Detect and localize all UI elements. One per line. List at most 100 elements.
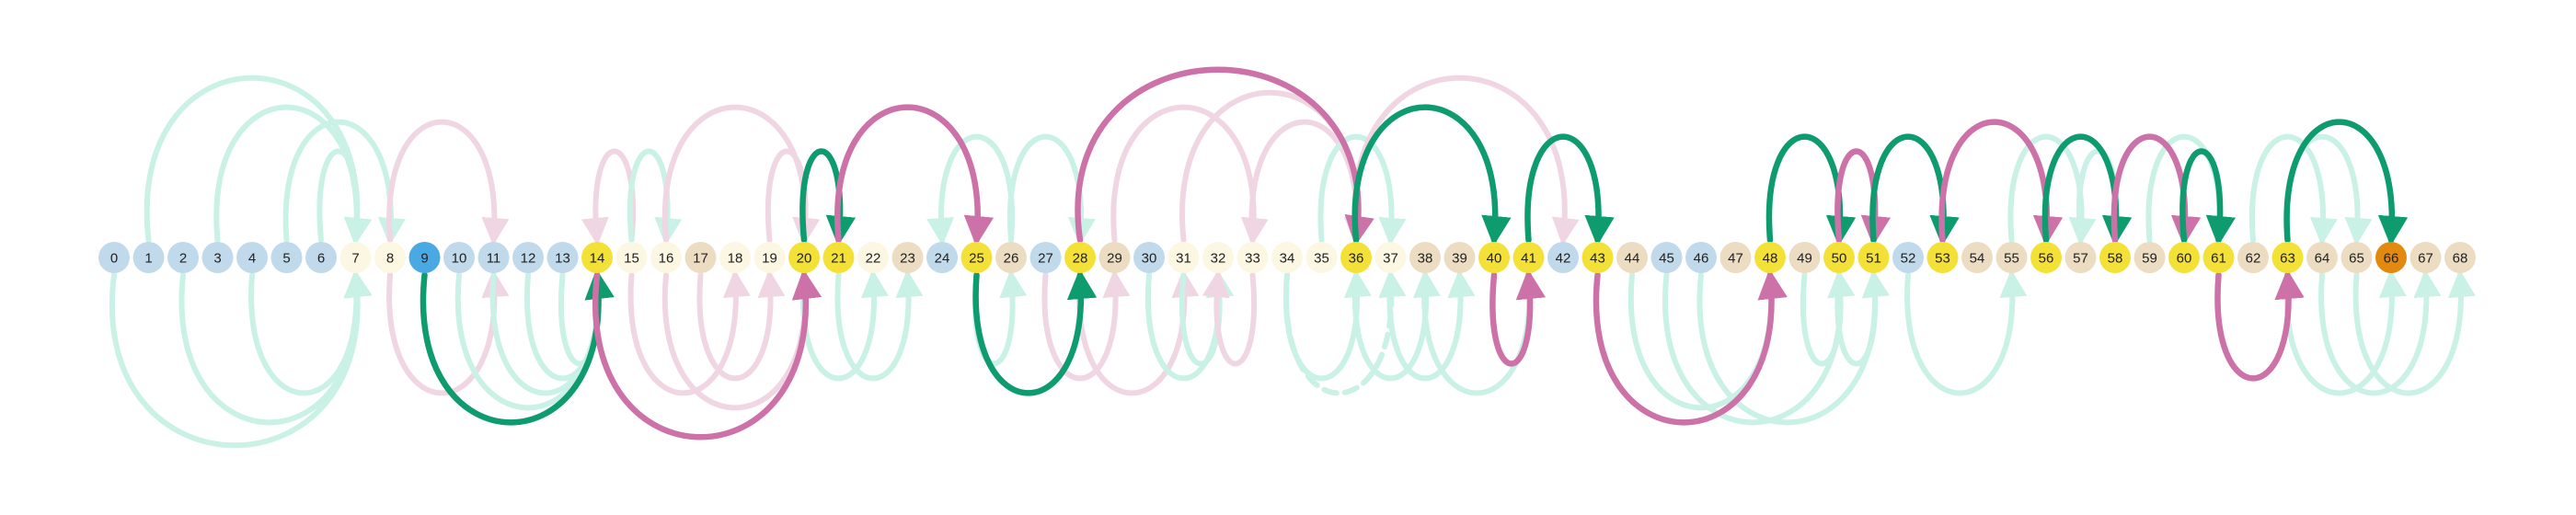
node-11: 11: [477, 242, 510, 273]
node-40: 40: [1478, 242, 1510, 273]
node-21: 21: [822, 242, 855, 273]
node-label-1: 1: [144, 251, 152, 267]
node-32: 32: [1202, 242, 1234, 273]
node-27: 27: [1029, 242, 1062, 273]
node-label-62: 62: [2246, 251, 2261, 267]
node-label-31: 31: [1176, 251, 1191, 267]
ghost-arc-26-to-28: [1007, 133, 1096, 246]
node-label-37: 37: [1383, 251, 1398, 267]
node-20: 20: [788, 242, 820, 273]
node-label-58: 58: [2108, 251, 2123, 267]
node-44: 44: [1616, 242, 1648, 273]
node-label-52: 52: [1901, 251, 1916, 267]
node-label-23: 23: [900, 251, 915, 267]
node-26: 26: [995, 242, 1027, 273]
path-arc-20-to-21: [799, 148, 857, 246]
node-label-59: 59: [2142, 251, 2157, 267]
path-arc-63-to-66: [2283, 119, 2409, 246]
ghost-arc-21-to-25: [834, 104, 993, 246]
node-label-8: 8: [386, 251, 394, 267]
node-label-3: 3: [213, 251, 221, 267]
node-56: 56: [2030, 242, 2062, 273]
node-37: 37: [1374, 242, 1407, 273]
node-label-45: 45: [1659, 251, 1674, 267]
node-30: 30: [1133, 242, 1165, 273]
node-label-19: 19: [762, 251, 777, 267]
node-label-13: 13: [555, 251, 570, 267]
node-50: 50: [1823, 242, 1855, 273]
path-arc-21-to-25: [834, 104, 995, 246]
node-label-26: 26: [1004, 251, 1019, 267]
node-label-38: 38: [1418, 251, 1433, 267]
path-arc-48-to-50: [1765, 133, 1857, 246]
node-0: 0: [98, 242, 130, 273]
node-57: 57: [2064, 242, 2097, 273]
node-label-66: 66: [2384, 251, 2399, 267]
node-label-35: 35: [1314, 251, 1329, 267]
node-49: 49: [1788, 242, 1821, 273]
path-arc-51-to-53: [1869, 133, 1960, 246]
path-arc-25-to-28: [972, 269, 1098, 396]
node-label-10: 10: [452, 251, 467, 267]
node-label-16: 16: [659, 251, 674, 267]
ghost-arc-38-to-41: [1421, 269, 1545, 396]
node-51: 51: [1857, 242, 1890, 273]
node-label-44: 44: [1625, 251, 1640, 267]
node-25: 25: [960, 242, 993, 273]
node-35: 35: [1305, 242, 1338, 273]
path-arc-40-to-41: [1489, 269, 1547, 367]
node-label-7: 7: [351, 251, 359, 267]
node-label-54: 54: [1970, 251, 1985, 267]
node-22: 22: [857, 242, 889, 273]
node-label-60: 60: [2177, 251, 2192, 267]
node-18: 18: [719, 242, 751, 273]
node-label-36: 36: [1349, 251, 1364, 267]
node-label-40: 40: [1487, 251, 1502, 267]
node-label-42: 42: [1556, 251, 1571, 267]
node-15: 15: [615, 242, 648, 273]
node-65: 65: [2340, 242, 2373, 273]
node-1: 1: [132, 242, 165, 273]
node-label-67: 67: [2418, 251, 2433, 267]
ghost-arc-31-to-32: [1179, 269, 1235, 367]
node-47: 47: [1719, 242, 1752, 273]
node-4: 4: [236, 242, 268, 273]
ghost-arc-52-to-55: [1904, 269, 2028, 396]
node-52: 52: [1892, 242, 1924, 273]
node-62: 62: [2237, 242, 2269, 273]
node-label-5: 5: [282, 251, 290, 267]
nodes-layer: 0 1 2 3 4 5 6 7 8 9 10 11 12 13 14 15 16 17 18 19 20 21 22 23 24…: [98, 242, 2476, 273]
highlight-arcs-layer: [420, 66, 2409, 441]
node-13: 13: [546, 242, 579, 273]
node-58: 58: [2099, 242, 2131, 273]
node-14: 14: [581, 242, 613, 273]
node-54: 54: [1961, 242, 1993, 273]
jump-graph-diagram: 0 1 2 3 4 5 6 7 8 9 10 11 12 13 14 15 16 17 18 19 20 21 22 23 24…: [98, 66, 2476, 449]
node-label-6: 6: [317, 251, 325, 267]
node-42: 42: [1547, 242, 1579, 273]
node-label-34: 34: [1280, 251, 1295, 267]
node-28: 28: [1064, 242, 1096, 273]
node-label-61: 61: [2211, 251, 2226, 267]
node-label-27: 27: [1038, 251, 1053, 267]
node-10: 10: [443, 242, 475, 273]
path-arc-43-to-48: [1593, 269, 1788, 426]
node-2: 2: [167, 242, 199, 273]
ghost-arc-16-to-20: [661, 104, 821, 246]
node-label-0: 0: [110, 251, 118, 267]
node-43: 43: [1581, 242, 1614, 273]
node-label-50: 50: [1832, 251, 1847, 267]
node-45: 45: [1650, 242, 1683, 273]
node-24: 24: [926, 242, 958, 273]
ghost-arc-0-to-7: [109, 269, 373, 449]
node-16: 16: [650, 242, 682, 273]
node-label-18: 18: [728, 251, 743, 267]
node-3: 3: [201, 242, 234, 273]
path-arc-61-to-63: [2214, 269, 2305, 382]
node-label-49: 49: [1797, 251, 1812, 267]
node-23: 23: [891, 242, 924, 273]
node-label-43: 43: [1590, 251, 1605, 267]
node-31: 31: [1167, 242, 1200, 273]
node-64: 64: [2306, 242, 2338, 273]
node-17: 17: [684, 242, 717, 273]
